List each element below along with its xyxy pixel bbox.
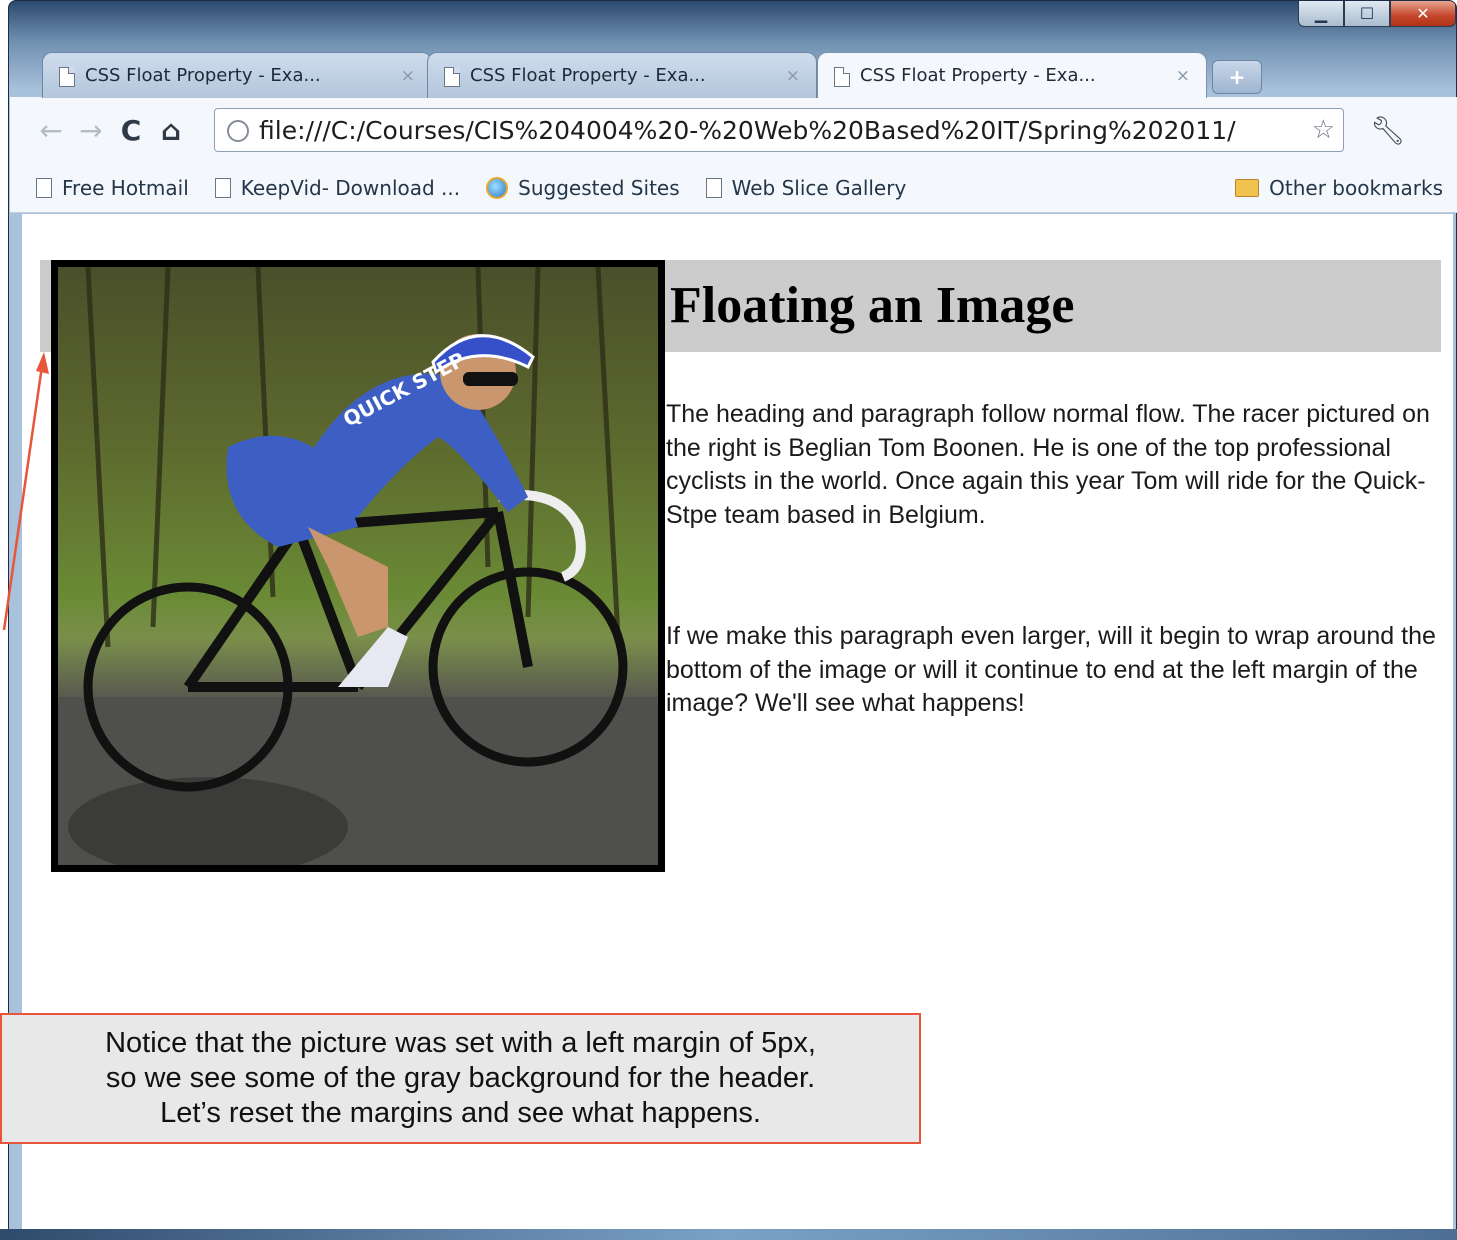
callout-line-1: Notice that the picture was set with a l… — [105, 1027, 816, 1060]
callout-line-2: so we see some of the gray background fo… — [105, 1062, 816, 1095]
forward-arrow-icon[interactable]: → — [78, 114, 104, 147]
page-icon — [705, 177, 722, 198]
tab-1[interactable]: CSS Float Property - Exa... × — [42, 52, 432, 98]
callout-line-3: Let’s reset the margins and see what hap… — [160, 1096, 761, 1129]
ie-icon — [486, 176, 509, 199]
tab-2[interactable]: CSS Float Property - Exa... × — [427, 52, 817, 98]
cyclist-image: QUICK STEP — [51, 260, 665, 872]
bookmark-label: KeepVid- Download ... — [240, 175, 461, 200]
page-icon — [59, 67, 75, 87]
page-icon — [444, 67, 460, 87]
tab-label: CSS Float Property - Exa... — [85, 65, 321, 86]
maximize-button[interactable]: ☐ — [1344, 1, 1390, 27]
star-icon[interactable]: ☆ — [1307, 115, 1335, 145]
page-icon — [834, 67, 850, 87]
bookmark-label: Free Hotmail — [62, 175, 189, 200]
close-window-button[interactable]: ✕ — [1390, 1, 1456, 27]
tab-strip: CSS Float Property - Exa... × CSS Float … — [22, 52, 1442, 98]
page-icon — [36, 177, 52, 198]
other-bookmarks[interactable]: Other bookmarks — [1235, 176, 1443, 200]
bookmark-free-hotmail[interactable]: Free Hotmail — [36, 176, 189, 200]
new-tab-button[interactable]: + — [1212, 60, 1262, 94]
toolbar: ← → C ⌂ file:///C:/Courses/CIS%204004%20… — [10, 97, 1457, 163]
globe-icon — [227, 120, 249, 142]
tab-close-icon[interactable]: × — [401, 66, 415, 86]
paragraph-1: The heading and paragraph follow normal … — [666, 400, 1430, 529]
folder-icon — [1235, 178, 1260, 197]
back-arrow-icon[interactable]: ← — [38, 114, 64, 147]
other-bookmarks-label: Other bookmarks — [1269, 175, 1443, 200]
taskbar-edge — [0, 1229, 1457, 1240]
wrench-icon[interactable]: 🔧︎ — [1370, 114, 1406, 147]
annotation-callout: Notice that the picture was set with a l… — [0, 1013, 921, 1144]
tab-close-icon[interactable]: × — [786, 66, 800, 86]
home-icon[interactable]: ⌂ — [158, 114, 184, 147]
address-bar[interactable]: file:///C:/Courses/CIS%204004%20-%20Web%… — [214, 108, 1344, 152]
address-url: file:///C:/Courses/CIS%204004%20-%20Web%… — [259, 115, 1236, 145]
bookmark-label: Suggested Sites — [518, 175, 680, 200]
page-title: Floating an Image — [670, 277, 1075, 334]
bookmark-suggested-sites[interactable]: Suggested Sites — [486, 176, 680, 200]
reload-icon[interactable]: C — [118, 114, 144, 147]
tab-label: CSS Float Property - Exa... — [470, 65, 706, 86]
paragraph-2: If we make this paragraph even larger, w… — [666, 622, 1436, 717]
callout-arrow — [2, 352, 49, 631]
bookmarks-bar: Free Hotmail KeepVid- Download ... Sugge… — [10, 163, 1457, 213]
tab-close-icon[interactable]: × — [1176, 66, 1190, 86]
minimize-button[interactable]: ▁ — [1298, 1, 1344, 27]
tab-label: CSS Float Property - Exa... — [860, 65, 1096, 86]
page-icon — [214, 177, 231, 198]
tab-3-active[interactable]: CSS Float Property - Exa... × — [817, 52, 1207, 98]
bookmark-web-slice-gallery[interactable]: Web Slice Gallery — [705, 175, 907, 200]
bookmark-label: Web Slice Gallery — [731, 175, 907, 200]
bookmark-keepvid[interactable]: KeepVid- Download ... — [214, 175, 461, 200]
window-controls: ▁ ☐ ✕ — [1298, 1, 1456, 31]
